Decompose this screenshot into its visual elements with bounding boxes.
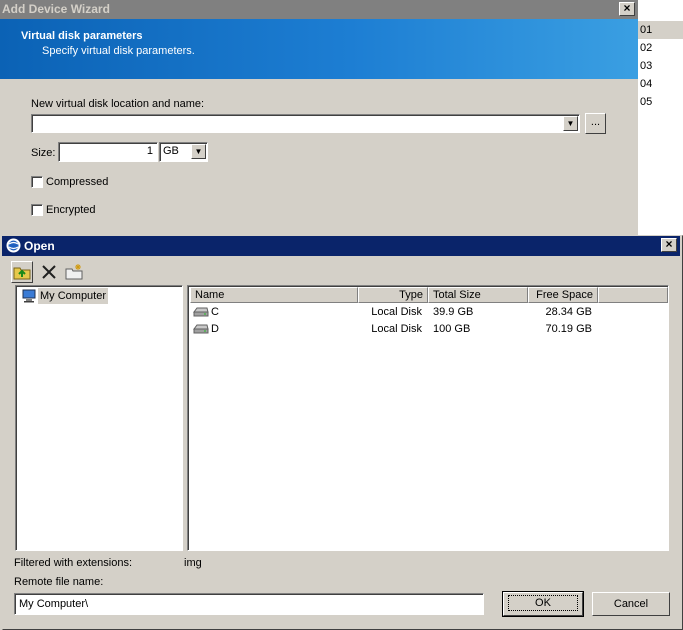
size-label: Size: [31, 147, 56, 159]
background-table-row: 05 [640, 96, 653, 108]
chevron-down-icon: ▼ [194, 147, 203, 156]
row-name: D [211, 323, 219, 335]
size-input[interactable]: 1 [58, 142, 158, 162]
location-combobox[interactable] [31, 114, 580, 133]
compressed-checkbox[interactable] [31, 176, 43, 188]
open-dialog-title: Open [24, 239, 55, 253]
background-table: 01 02 03 04 05 [638, 0, 683, 236]
tree-item-label: My Computer [40, 290, 107, 302]
cancel-button[interactable]: Cancel [592, 592, 670, 616]
close-icon: × [665, 237, 673, 251]
table-row[interactable]: D Local Disk 100 GB 70.19 GB [190, 321, 668, 337]
column-header-label: Free Space [536, 289, 593, 301]
column-header-label: Type [399, 289, 423, 301]
close-icon: × [623, 1, 631, 15]
wizard-header-subtitle: Specify virtual disk parameters. [42, 45, 195, 57]
location-dropdown-button[interactable]: ▼ [563, 116, 578, 131]
remote-file-name-input[interactable]: My Computer\ [14, 593, 484, 615]
background-table-row: 04 [640, 78, 653, 90]
table-row[interactable]: C Local Disk 39.9 GB 28.34 GB [190, 304, 668, 320]
up-folder-button[interactable] [11, 261, 33, 283]
remote-file-name-value: My Computer\ [19, 598, 89, 610]
computer-icon [21, 289, 37, 303]
row-free-space: 70.19 GB [545, 323, 592, 335]
column-header-label: Total Size [433, 289, 481, 301]
drive-icon [193, 306, 209, 318]
drive-icon [193, 323, 209, 335]
row-type: Local Disk [371, 306, 422, 318]
filter-value: img [184, 557, 202, 569]
browse-button-label: ... [590, 116, 601, 128]
size-value: 1 [146, 145, 153, 157]
row-type: Local Disk [371, 323, 422, 335]
column-header-type[interactable]: Type [358, 287, 428, 303]
tree-item-my-computer[interactable]: My Computer [38, 288, 109, 304]
column-header-name[interactable]: Name [190, 287, 358, 303]
encrypted-checkbox[interactable] [31, 204, 43, 216]
wizard-title-bar: Add Device Wizard [0, 0, 638, 19]
compressed-label: Compressed [46, 176, 109, 188]
row-free-space: 28.34 GB [545, 306, 592, 318]
wizard-title: Add Device Wizard [2, 2, 110, 16]
column-header-filler [598, 287, 668, 303]
remote-file-name-label: Remote file name: [14, 576, 104, 588]
chevron-down-icon: ▼ [566, 119, 575, 128]
background-table-row: 01 [638, 21, 683, 39]
open-dialog-close-button[interactable]: × [661, 238, 677, 252]
location-value [32, 117, 35, 129]
size-unit-value: GB [163, 145, 179, 157]
background-table-row: 02 [640, 42, 653, 54]
wizard-close-button[interactable]: × [619, 2, 635, 16]
column-header-label: Name [195, 289, 225, 301]
size-unit-dropdown-button[interactable]: ▼ [191, 144, 206, 159]
browse-button[interactable]: ... [585, 113, 606, 134]
encrypted-label: Encrypted [46, 204, 96, 216]
wizard-header-title: Virtual disk parameters [21, 30, 143, 42]
row-name: C [211, 306, 219, 318]
column-header-total-size[interactable]: Total Size [428, 287, 528, 303]
folder-up-icon [12, 267, 32, 285]
app-globe-icon [6, 238, 21, 253]
location-label: New virtual disk location and name: [31, 98, 205, 110]
ok-button[interactable]: OK [502, 591, 584, 617]
row-total-size: 39.9 GB [433, 306, 474, 318]
new-folder-button[interactable] [63, 261, 85, 283]
cancel-button-label: Cancel [613, 598, 649, 610]
delete-button[interactable] [38, 261, 60, 283]
column-header-free-space[interactable]: Free Space [528, 287, 598, 303]
ok-button-label: OK [508, 595, 578, 611]
background-table-row: 03 [640, 60, 653, 72]
row-total-size: 100 GB [433, 323, 471, 335]
folder-tree-panel[interactable] [15, 285, 183, 551]
open-dialog-title-bar: Open [2, 236, 680, 256]
filter-label: Filtered with extensions: [14, 557, 132, 569]
